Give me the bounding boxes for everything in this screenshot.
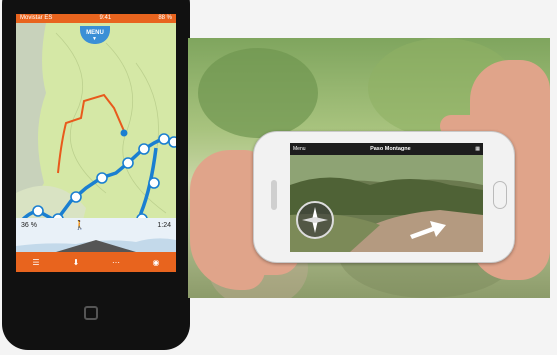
right-phone-screen: Menu Paso Montagne ▦ <box>290 143 483 252</box>
hiker-icon: 🚶 <box>74 220 86 230</box>
elevation-info-bar: 36 % 🚶 1:24 <box>16 218 176 252</box>
foliage-blur <box>198 48 318 138</box>
orange-track <box>57 93 125 174</box>
right-phone: Menu Paso Montagne ▦ <box>253 131 515 263</box>
elevation-profile <box>16 238 176 252</box>
waypoint-marker <box>168 136 176 148</box>
carrier-label: Movistar ES <box>20 15 53 21</box>
progress-value: 36 % <box>21 222 37 229</box>
current-location-marker <box>120 129 128 137</box>
home-button[interactable] <box>493 181 507 209</box>
map-view[interactable]: MENU ▼ <box>16 23 176 248</box>
dots-icon[interactable]: ⋯ <box>106 258 126 267</box>
speaker-grille <box>271 180 277 210</box>
waypoint-marker <box>158 133 170 145</box>
grid-icon[interactable]: ▦ <box>475 146 480 152</box>
waypoint-marker <box>148 177 160 189</box>
waypoint-marker <box>96 172 108 184</box>
home-button[interactable] <box>84 306 98 320</box>
nav-bar: Menu Paso Montagne ▦ <box>290 143 483 155</box>
time-value: 1:24 <box>157 222 171 229</box>
status-bar: Movistar ES 9:41 88 % <box>16 14 176 23</box>
camera-icon[interactable]: ◉ <box>146 258 166 267</box>
chevron-down-icon: ▼ <box>92 36 97 42</box>
battery-label: 88 % <box>158 15 172 21</box>
left-phone: Movistar ES 9:41 88 % MENU ▼ 36 % 🚶 1:24… <box>2 0 190 350</box>
pin-icon[interactable]: ⬇ <box>66 258 86 267</box>
page-title: Paso Montagne <box>370 146 411 152</box>
direction-arrow-icon <box>410 221 446 239</box>
status-time: 9:41 <box>99 15 112 21</box>
compass-icon[interactable] <box>296 201 334 239</box>
tab-bar: ☰ ⬇ ⋯ ◉ <box>16 252 176 272</box>
waypoint-marker <box>138 143 150 155</box>
list-icon[interactable]: ☰ <box>26 258 46 267</box>
waypoint-marker <box>32 205 44 217</box>
waypoint-marker <box>122 157 134 169</box>
left-phone-screen: Movistar ES 9:41 88 % MENU ▼ 36 % 🚶 1:24… <box>16 14 176 272</box>
back-button[interactable]: Menu <box>293 146 306 152</box>
map-canvas <box>16 23 176 248</box>
waypoint-marker <box>70 191 82 203</box>
